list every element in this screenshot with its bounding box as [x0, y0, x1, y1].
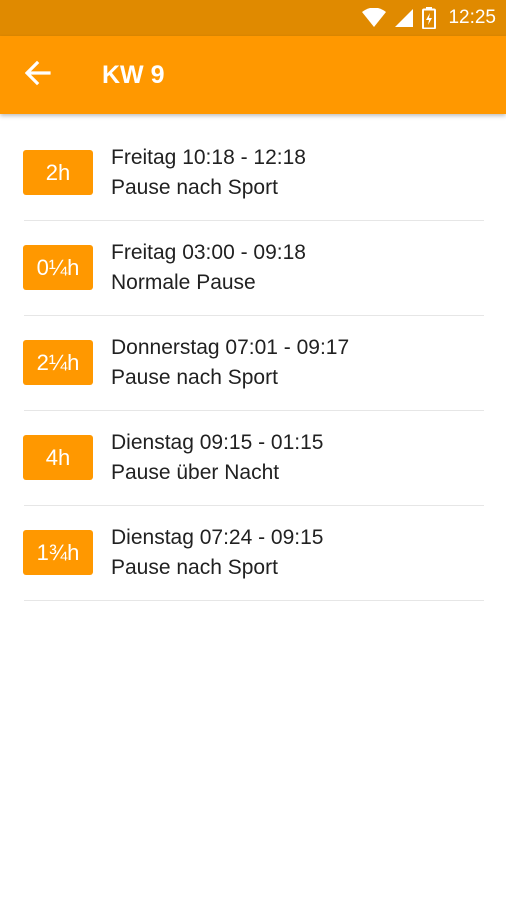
break-type: Normale Pause	[111, 271, 256, 294]
break-time-range: Donnerstag 07:01 - 09:17	[111, 336, 350, 359]
page-title: KW 9	[102, 61, 165, 89]
status-bar: 12:25	[0, 0, 506, 36]
duration-badge: 1¾h	[23, 530, 93, 575]
status-time: 12:25	[448, 7, 496, 28]
break-time-range: Dienstag 07:24 - 09:15	[111, 526, 324, 549]
back-button[interactable]	[12, 49, 64, 101]
battery-icon	[422, 7, 437, 29]
duration-badge: 4h	[23, 435, 93, 480]
cell-signal-icon	[394, 8, 414, 28]
break-list: 2h Freitag 10:18 - 12:18 Pause nach Spor…	[0, 126, 506, 601]
app-bar: KW 9	[0, 36, 506, 114]
break-type: Pause über Nacht	[111, 461, 280, 484]
duration-badge: 2¼h	[23, 340, 93, 385]
break-type: Pause nach Sport	[111, 176, 278, 199]
break-time-range: Dienstag 09:15 - 01:15	[111, 431, 324, 454]
list-item[interactable]: 0¼h Freitag 03:00 - 09:18 Normale Pause	[0, 221, 506, 316]
break-type: Pause nach Sport	[111, 556, 278, 579]
duration-badge: 2h	[23, 150, 93, 195]
break-type: Pause nach Sport	[111, 366, 278, 389]
duration-badge: 0¼h	[23, 245, 93, 290]
break-time-range: Freitag 10:18 - 12:18	[111, 146, 306, 169]
list-item[interactable]: 2h Freitag 10:18 - 12:18 Pause nach Spor…	[0, 126, 506, 221]
status-icons: 12:25	[362, 0, 496, 36]
arrow-left-icon	[24, 60, 51, 91]
list-item[interactable]: 4h Dienstag 09:15 - 01:15 Pause über Nac…	[0, 411, 506, 506]
wifi-icon	[362, 8, 387, 28]
list-item[interactable]: 1¾h Dienstag 07:24 - 09:15 Pause nach Sp…	[0, 506, 506, 601]
list-item[interactable]: 2¼h Donnerstag 07:01 - 09:17 Pause nach …	[0, 316, 506, 411]
break-time-range: Freitag 03:00 - 09:18	[111, 241, 306, 264]
